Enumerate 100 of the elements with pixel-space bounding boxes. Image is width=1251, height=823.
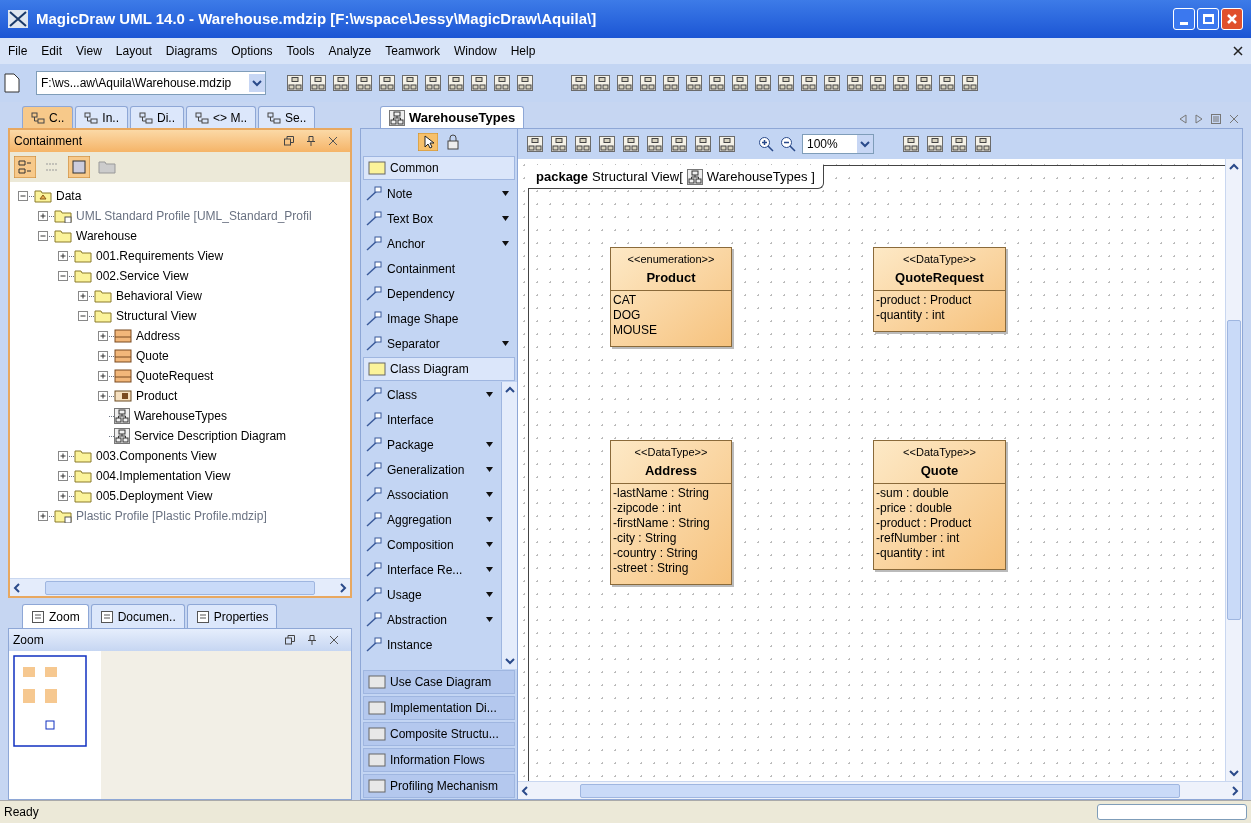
tree-item[interactable]: Plastic Profile [Plastic Profile.mdzip]	[76, 507, 267, 525]
palette-item[interactable]: Note	[361, 181, 517, 206]
pointer-icon[interactable]	[418, 133, 438, 151]
tree-item[interactable]: Structural View	[116, 307, 197, 325]
diagram-icon[interactable]	[926, 135, 944, 153]
scrollbar[interactable]	[518, 781, 1242, 799]
scrollbar[interactable]	[1225, 159, 1242, 781]
palette-group[interactable]: Composite Structu...	[363, 722, 515, 746]
expand-icon[interactable]	[38, 210, 49, 222]
palette-group[interactable]: Implementation Di...	[363, 696, 515, 720]
palette-item[interactable]: Abstraction	[361, 607, 501, 632]
expand-icon[interactable]	[98, 350, 109, 362]
diagram-icon[interactable]	[526, 135, 544, 153]
tree-item[interactable]: WarehouseTypes	[134, 407, 227, 425]
palette-item[interactable]: Dependency	[361, 281, 517, 306]
browser-tab[interactable]: Di..	[130, 106, 185, 128]
menu-item[interactable]: Options	[231, 42, 273, 60]
palette-item[interactable]: Package	[361, 432, 501, 457]
diagram-icon[interactable]	[938, 74, 956, 92]
zoom-field[interactable]: 100%	[802, 134, 874, 154]
palette-item[interactable]: Interface Re...	[361, 557, 501, 582]
dropdown-icon[interactable]	[249, 74, 265, 92]
diagram-icon[interactable]	[470, 74, 488, 92]
palette-item[interactable]: Image Shape	[361, 306, 517, 331]
collapse-icon[interactable]	[18, 190, 29, 202]
diagram-icon[interactable]	[574, 135, 592, 153]
palette-item[interactable]: Interface	[361, 407, 501, 432]
dropdown-icon[interactable]	[857, 135, 873, 153]
diagram-icon[interactable]	[777, 74, 795, 92]
palette-item[interactable]: Anchor	[361, 231, 517, 256]
tree-item[interactable]: QuoteRequest	[136, 367, 214, 385]
dropdown-icon[interactable]	[486, 617, 493, 622]
diagram-icon[interactable]	[646, 135, 664, 153]
expand-icon[interactable]	[58, 490, 69, 502]
expand-icon[interactable]	[98, 370, 109, 382]
scrollbar[interactable]	[501, 382, 517, 669]
diagram-icon[interactable]	[902, 135, 920, 153]
dropdown-icon[interactable]	[486, 442, 493, 447]
panel-tab[interactable]: Zoom	[22, 604, 89, 628]
expand-icon[interactable]	[78, 290, 89, 302]
menu-item[interactable]: View	[76, 42, 102, 60]
restore-icon[interactable]	[284, 136, 294, 146]
palette-item[interactable]: Composition	[361, 532, 501, 557]
scroll-thumb[interactable]	[580, 783, 1180, 798]
browser-tab[interactable]: <> M..	[186, 106, 257, 128]
diagram-icon[interactable]	[355, 74, 373, 92]
palette-group[interactable]: Class Diagram	[363, 357, 515, 381]
diagram-icon[interactable]	[332, 74, 350, 92]
tree-item[interactable]: Behavioral View	[116, 287, 202, 305]
palette-item[interactable]: Containment	[361, 256, 517, 281]
diagram-icon[interactable]	[718, 135, 736, 153]
diagram-icon[interactable]	[800, 74, 818, 92]
diagram-icon[interactable]	[731, 74, 749, 92]
tab-left-icon[interactable]	[1179, 114, 1187, 124]
diagram-icon[interactable]	[694, 135, 712, 153]
diagram-icon[interactable]	[550, 135, 568, 153]
palette-group[interactable]: Profiling Mechanism	[363, 774, 515, 798]
dropdown-icon[interactable]	[502, 341, 509, 346]
scrollbar[interactable]	[10, 578, 350, 596]
diagram-icon[interactable]	[950, 135, 968, 153]
panel-tab[interactable]: Documen..	[90, 604, 185, 628]
tree-item[interactable]: Quote	[136, 347, 169, 365]
expand-icon[interactable]	[58, 250, 69, 262]
dropdown-icon[interactable]	[486, 542, 493, 547]
tree-item[interactable]: 005.Deployment View	[96, 487, 213, 505]
expand-icon[interactable]	[98, 330, 109, 342]
zoom-out-icon[interactable]	[780, 136, 796, 152]
menu-item[interactable]: Analyze	[328, 42, 372, 60]
diagram-icon[interactable]	[616, 74, 634, 92]
tree-item[interactable]: Warehouse	[76, 227, 137, 245]
tree-item[interactable]: 002.Service View	[96, 267, 189, 285]
palette-item[interactable]: Instance	[361, 632, 501, 657]
palette-item[interactable]: Aggregation	[361, 507, 501, 532]
diagram-tab[interactable]: WarehouseTypes	[380, 106, 525, 128]
scroll-thumb[interactable]	[1227, 320, 1241, 620]
dropdown-icon[interactable]	[486, 392, 493, 397]
tree-item[interactable]: 001.Requirements View	[96, 247, 224, 265]
tree-item[interactable]: 004.Implementation View	[96, 467, 231, 485]
collapse-icon[interactable]	[38, 230, 49, 242]
diagram-icon[interactable]	[961, 74, 979, 92]
expand-icon[interactable]	[58, 470, 69, 482]
tree-item[interactable]: Service Description Diagram	[134, 427, 287, 445]
lock-icon[interactable]	[446, 134, 460, 150]
restore-icon[interactable]	[285, 635, 295, 645]
tree-item[interactable]: Data	[56, 187, 82, 205]
menu-item[interactable]: Window	[454, 42, 497, 60]
dropdown-icon[interactable]	[502, 191, 509, 196]
collapse-icon[interactable]	[58, 270, 69, 282]
diagram-icon[interactable]	[424, 74, 442, 92]
palette-item[interactable]: Text Box	[361, 206, 517, 231]
close-button[interactable]	[1221, 8, 1243, 30]
collapse-icon[interactable]	[78, 310, 89, 322]
sort-icon[interactable]	[14, 156, 36, 178]
tree-item[interactable]: UML Standard Profile [UML_Standard_Profil	[76, 207, 312, 225]
close-icon[interactable]	[1233, 46, 1243, 56]
dropdown-icon[interactable]	[502, 241, 509, 246]
palette-group[interactable]: Use Case Diagram	[363, 670, 515, 694]
expand-icon[interactable]	[58, 450, 69, 462]
diagram-icon[interactable]	[754, 74, 772, 92]
menu-item[interactable]: Help	[510, 42, 536, 60]
